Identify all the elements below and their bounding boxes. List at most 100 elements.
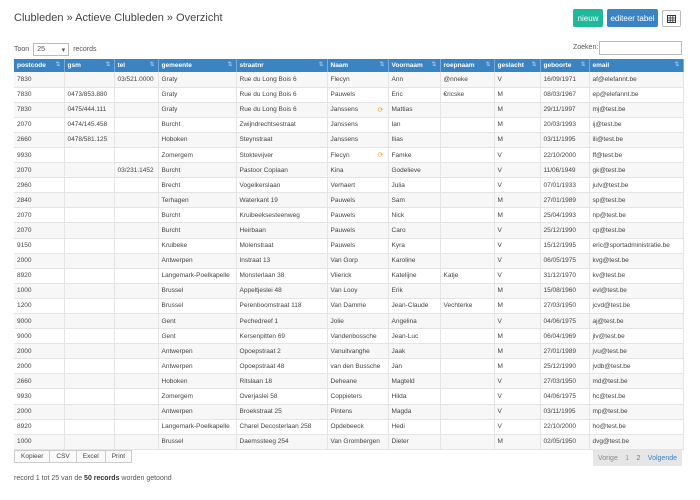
table-cell: jlv@test.be [589,328,684,345]
table-row[interactable]: 1000 Brussel Daemssteeg 254 Van Grombergen D… [14,434,684,450]
table-row[interactable]: 2660 Hoboken Ritslaan 18 Deheane Magteld V 27/… [14,373,684,390]
column-header[interactable]: postcode ⇅ [14,59,65,72]
page-1-button[interactable]: 1 [625,455,629,462]
table-cell: Jean-Claude [388,298,441,315]
table-cell: mp@test.be [589,404,684,420]
table-cell: 7830 [14,102,65,118]
table-cell: @nneke [440,72,495,88]
table-cell: 7830 [14,87,65,103]
page-2-button[interactable]: 2 [637,455,641,462]
export-print-button[interactable]: Print [104,450,133,463]
table-row[interactable]: 8920 Langemark-Poelkapelle Monsterlaan 38 V… [14,268,684,284]
column-header[interactable]: Voornaam ⇅ [388,59,441,72]
table-row[interactable]: 2000 Antwerpen Broekstraat 25 Pintens Magda V… [14,404,684,420]
refresh-icon[interactable]: ⟳ [378,106,384,114]
table-cell: 2000 [14,404,65,420]
column-header[interactable]: Naam ⇅ [327,59,389,72]
prev-page-button[interactable]: Vorige [598,455,618,462]
table-row[interactable]: 9000 Gent Kersenpitten 69 Vandenbossche Jean… [14,328,684,345]
table-cell: V [494,404,541,420]
table-row[interactable]: 2070 03/231.1452 Burcht Pastoor Coplaan Kina… [14,162,684,179]
table-row[interactable]: 7830 0475/444.111 Graty Rue du Long Bois 6J… [14,102,684,118]
table-row[interactable]: 2070 Burcht Heirbaan Pauwels Caro V 25/12/1990… [14,222,684,239]
table-row[interactable]: 1000 Brussel Appeltjeslei 48 Van Looy Erik M 1… [14,283,684,299]
new-button[interactable]: nieuw [573,9,603,27]
table-cell: Janssens [327,117,389,133]
table-cell: 7830 [14,72,65,88]
table-cell: 03/11/1995 [540,132,590,148]
table-cell: Van Grombergen [327,434,389,450]
column-header-label: roepnaam [443,62,475,69]
table-cell [114,207,159,224]
export-csv-button[interactable]: CSV [49,450,77,463]
table-cell: Dieter [388,434,441,450]
export-excel-button[interactable]: Excel [75,450,106,463]
table-cell: Pauwels [327,238,389,254]
table-cell: Brussel [158,283,237,299]
table-row[interactable]: 9930 Zomergem Overjaslei 58 Coppieters Hilda… [14,388,684,405]
column-header[interactable]: roepnaam ⇅ [440,59,495,72]
edit-table-button[interactable]: editeer tabel [607,9,658,27]
column-header[interactable]: geslacht ⇅ [494,59,541,72]
table-row[interactable]: 2000 Antwerpen Opoepstraat 2 Vanuitvanghe Ja… [14,343,684,360]
table-cell [114,222,159,239]
table-cell: Pauwels [327,207,389,224]
table-cell: 25/04/1993 [540,207,590,224]
table-view-button[interactable] [662,10,681,27]
table-row[interactable]: 2000 Antwerpen Instraat 13 Van Gorp Karoline… [14,253,684,269]
table-cell: M [494,328,541,345]
table-row[interactable]: 2960 Brecht Vogelkerslaan Verhaert Julia V 07/… [14,177,684,194]
column-header-label: gsm [67,62,81,69]
table-row[interactable]: 7830 03/521.0000 Graty Rue du Long Bois 6 Fl… [14,72,684,88]
table-cell: Zomergem [158,388,237,405]
table-cell: Eric [388,87,441,103]
table-cell: 0474/145.458 [64,117,115,133]
table-row[interactable]: 2000 Antwerpen Opoepstraat 48 van den Bussc… [14,358,684,375]
table-cell: Burcht [158,162,237,179]
table-cell: Burcht [158,222,237,239]
column-header[interactable]: gemeente ⇅ [158,59,237,72]
page-size-select[interactable]: 25 ▾ [33,43,70,56]
table-cell: M [494,132,541,148]
table-cell: 2840 [14,192,65,209]
table-cell: Waterkant 19 [236,192,328,209]
sort-icon: ⇅ [485,62,491,68]
table-cell [440,343,495,360]
table-cell [440,102,495,118]
table-cell [64,192,115,209]
table-row[interactable]: 9150 Kruibeke Molenstraat Pauwels Kyra V 15/12… [14,238,684,254]
table-row[interactable]: 9930 Zomergem Stoktevijver Flecyn ⟳ Famke V 22/… [14,147,684,164]
table-cell [114,102,159,118]
search-input[interactable] [599,41,682,55]
table-row[interactable]: 2070 Burcht Kruibeeksesteenweg Pauwels Nick M… [14,207,684,224]
table-cell [440,117,495,133]
column-header[interactable]: tel ⇅ [114,59,159,72]
table-row[interactable]: 2840 Terhagen Waterkant 19 Pauwels Sam M 27/01… [14,192,684,209]
table-cell: 06/04/1969 [540,328,590,345]
table-row[interactable]: 2660 0478/581.125 Hoboken Steynstraat Jansse… [14,132,684,148]
table-row[interactable]: 2070 0474/145.458 Burcht Zwijndrechtsestraa… [14,117,684,133]
table-cell [440,192,495,209]
column-header[interactable]: geboorte ⇅ [540,59,590,72]
table-cell: Kersenpitten 69 [236,328,328,345]
table-cell: julv@test.be [589,177,684,194]
export-kopieer-button[interactable]: Kopieer [14,450,51,463]
refresh-icon[interactable]: ⟳ [378,151,384,159]
table-cell: cp@test.be [589,222,684,239]
table-row[interactable]: 9000 Gent Pechedreef 1 Jolie Angelina V 04/06/… [14,313,684,330]
column-header[interactable]: straatnr ⇅ [236,59,328,72]
table-cell: Hoboken [158,132,237,148]
table-cell [440,328,495,345]
table-cell: Antwerpen [158,343,237,360]
table-cell: Godelieve [388,162,441,179]
next-page-button[interactable]: Volgende [648,455,677,462]
table-row[interactable]: 8920 Langemark-Poelkapelle Charel Decoster… [14,419,684,435]
table-row[interactable]: 1200 Brussel Perenboomstraat 118 Van Damme J… [14,298,684,315]
table-cell: Magteld [388,373,441,390]
table-row[interactable]: 7830 0473/853.880 Graty Rue du Long Bois 6P… [14,87,684,103]
column-header[interactable]: email ⇅ [589,59,684,72]
column-header[interactable]: gsm ⇅ [64,59,115,72]
column-header-label: postcode [17,62,46,69]
table-cell: M [494,358,541,375]
table-cell: Monsterlaan 38 [236,268,328,284]
